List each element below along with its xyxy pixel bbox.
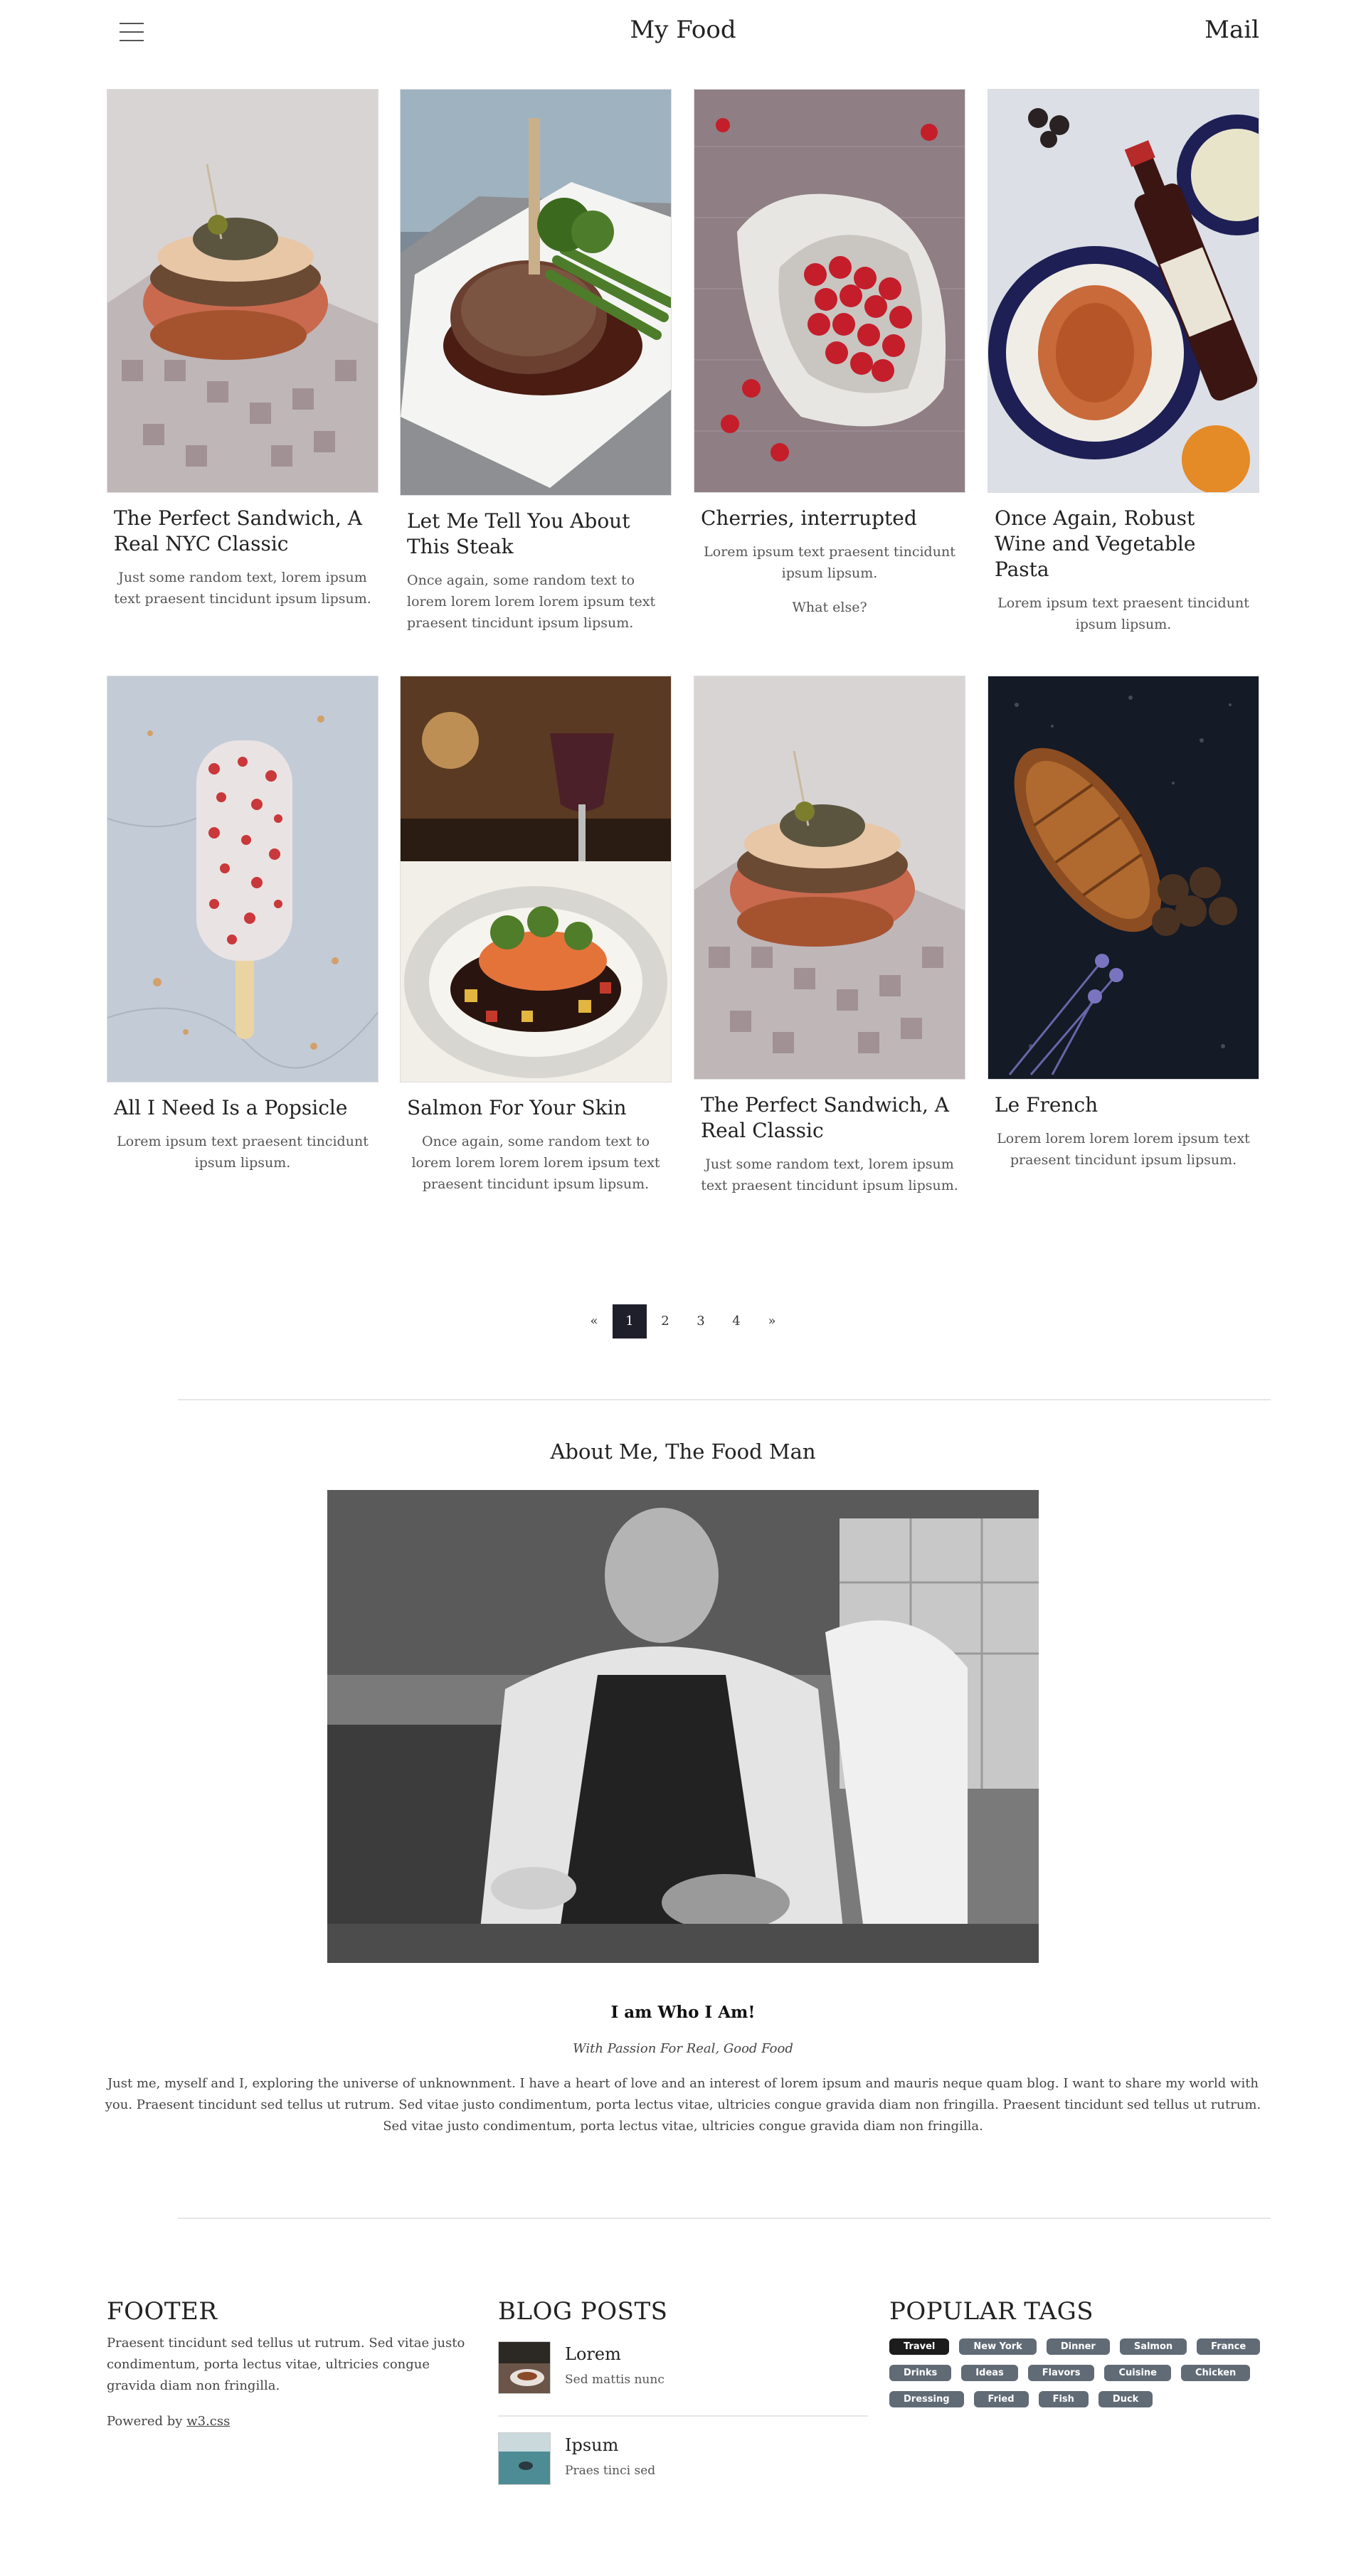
card-text: Once again, some random text to lorem lo… [407, 573, 656, 631]
blog-post-title[interactable]: Lorem [565, 2344, 665, 2364]
about-title: About Me, The Food Man [550, 1439, 816, 1464]
about-text: Just me, myself and I, exploring the uni… [105, 2076, 1261, 2134]
about-subheading: With Passion For Real, Good Food [573, 2041, 793, 2056]
footer-text: Praesent tincidunt sed tellus ut rutrum.… [107, 2336, 465, 2393]
chef-photo [327, 1490, 1039, 1963]
tag-travel[interactable]: Travel [889, 2338, 950, 2355]
tag-duck[interactable]: Duck [1098, 2391, 1153, 2407]
card-title[interactable]: Once Again, Robust Wine and Vegetable Pa… [988, 506, 1259, 582]
tag-france[interactable]: France [1197, 2338, 1261, 2355]
blog-post-item[interactable]: Ipsum Praes tinci sed [498, 2432, 861, 2491]
card-title[interactable]: Cherries, interrupted [694, 506, 965, 531]
footer-col-blog-posts: BLOG POSTS Lorem Sed mattis nunc Ipsum P… [498, 2297, 868, 2491]
card-text: Lorem ipsum text praesent tincidunt ipsu… [704, 544, 955, 581]
footer: FOOTER Praesent tincidunt sed tellus ut … [107, 2297, 1261, 2553]
powered-by-label: Powered by [107, 2414, 187, 2429]
pagination-page-1[interactable]: 1 [613, 1304, 647, 1338]
tag-drinks[interactable]: Drinks [889, 2365, 952, 2381]
blog-post-desc: Sed mattis nunc [565, 2373, 665, 2387]
tag-flavors[interactable]: Flavors [1027, 2365, 1095, 2381]
footer-col-tags: POPULAR TAGS Travel New York Dinner Salm… [889, 2297, 1274, 2407]
site-title: My Food [630, 16, 736, 44]
card-text: Lorem ipsum text praesent tincidunt ipsu… [117, 1134, 369, 1171]
food-image-sandwich[interactable] [107, 89, 378, 493]
food-card[interactable]: Salmon For Your Skin Once again, some ra… [400, 676, 672, 1195]
blog-post-thumbnail[interactable] [498, 2341, 551, 2394]
tag-list: Travel New York Dinner Salmon France Dri… [889, 2338, 1266, 2407]
food-image-sandwich[interactable] [694, 676, 965, 1080]
card-title[interactable]: Le French [988, 1092, 1259, 1118]
divider [178, 2218, 1271, 2219]
pagination-next[interactable]: » [755, 1304, 789, 1338]
card-title[interactable]: The Perfect Sandwich, A Real NYC Classic [107, 506, 378, 557]
food-image-wine-pasta[interactable] [988, 89, 1259, 493]
food-image-steak[interactable] [400, 89, 672, 496]
top-bar: My Food Mail [0, 0, 1366, 61]
food-card[interactable]: Cherries, interrupted Lorem ipsum text p… [694, 89, 965, 618]
tag-ideas[interactable]: Ideas [961, 2365, 1018, 2381]
blog-post-title[interactable]: Ipsum [565, 2435, 655, 2455]
pagination-page-3[interactable]: 3 [684, 1304, 718, 1338]
blog-post-item[interactable]: Lorem Sed mattis nunc [498, 2341, 861, 2400]
divider [498, 2415, 868, 2417]
food-card[interactable]: The Perfect Sandwich, A Real NYC Classic… [107, 89, 378, 610]
footer-col-about: FOOTER Praesent tincidunt sed tellus ut … [107, 2297, 470, 2432]
w3css-link[interactable]: w3.css [186, 2414, 230, 2429]
tag-dinner[interactable]: Dinner [1046, 2338, 1110, 2355]
food-image-croissant[interactable] [988, 676, 1259, 1080]
card-title[interactable]: All I Need Is a Popsicle [107, 1095, 378, 1121]
card-title[interactable]: Let Me Tell You About This Steak [400, 509, 672, 560]
food-card[interactable]: Let Me Tell You About This Steak Once ag… [400, 89, 672, 634]
card-title[interactable]: The Perfect Sandwich, A Real Classic [694, 1092, 965, 1144]
blog-post-thumbnail[interactable] [498, 2432, 551, 2485]
footer-title: FOOTER [107, 2297, 218, 2326]
food-image-cherries[interactable] [694, 89, 965, 493]
card-text-extra: What else? [792, 600, 867, 615]
food-card[interactable]: Le French Lorem lorem lorem lorem ipsum … [988, 676, 1259, 1171]
mail-link[interactable]: Mail [1204, 16, 1259, 44]
pagination-page-2[interactable]: 2 [648, 1304, 682, 1338]
card-text: Lorem ipsum text praesent tincidunt ipsu… [997, 595, 1249, 632]
card-text: Just some random text, lorem ipsum text … [701, 1156, 958, 1193]
food-image-popsicle[interactable] [107, 676, 378, 1082]
food-image-salmon[interactable] [400, 676, 672, 1082]
tag-chicken[interactable]: Chicken [1180, 2365, 1251, 2381]
blog-posts-title: BLOG POSTS [498, 2297, 668, 2326]
card-text: Lorem lorem lorem lorem ipsum text praes… [997, 1131, 1250, 1168]
tag-fish[interactable]: Fish [1038, 2391, 1089, 2407]
tag-cuisine[interactable]: Cuisine [1104, 2365, 1171, 2381]
tag-new-york[interactable]: New York [959, 2338, 1037, 2355]
card-text: Just some random text, lorem ipsum text … [114, 570, 371, 607]
card-text: Once again, some random text to lorem lo… [411, 1134, 660, 1192]
pagination-prev[interactable]: « [577, 1304, 611, 1338]
powered-by: Powered by w3.css [107, 2411, 470, 2432]
tag-salmon[interactable]: Salmon [1119, 2338, 1187, 2355]
blog-post-desc: Praes tinci sed [565, 2464, 656, 2478]
about-heading: I am Who I Am! [610, 2003, 756, 2022]
food-card[interactable]: The Perfect Sandwich, A Real Classic Jus… [694, 676, 965, 1196]
pagination: « 1 2 3 4 » [0, 1304, 1366, 1338]
tag-dressing[interactable]: Dressing [889, 2391, 964, 2407]
food-card[interactable]: All I Need Is a Popsicle Lorem ipsum tex… [107, 676, 378, 1173]
tag-fried[interactable]: Fried [973, 2391, 1029, 2407]
card-title[interactable]: Salmon For Your Skin [400, 1095, 672, 1121]
popular-tags-title: POPULAR TAGS [889, 2297, 1094, 2326]
divider [178, 1399, 1271, 1400]
pagination-page-4[interactable]: 4 [719, 1304, 753, 1338]
food-card[interactable]: Once Again, Robust Wine and Vegetable Pa… [988, 89, 1259, 635]
